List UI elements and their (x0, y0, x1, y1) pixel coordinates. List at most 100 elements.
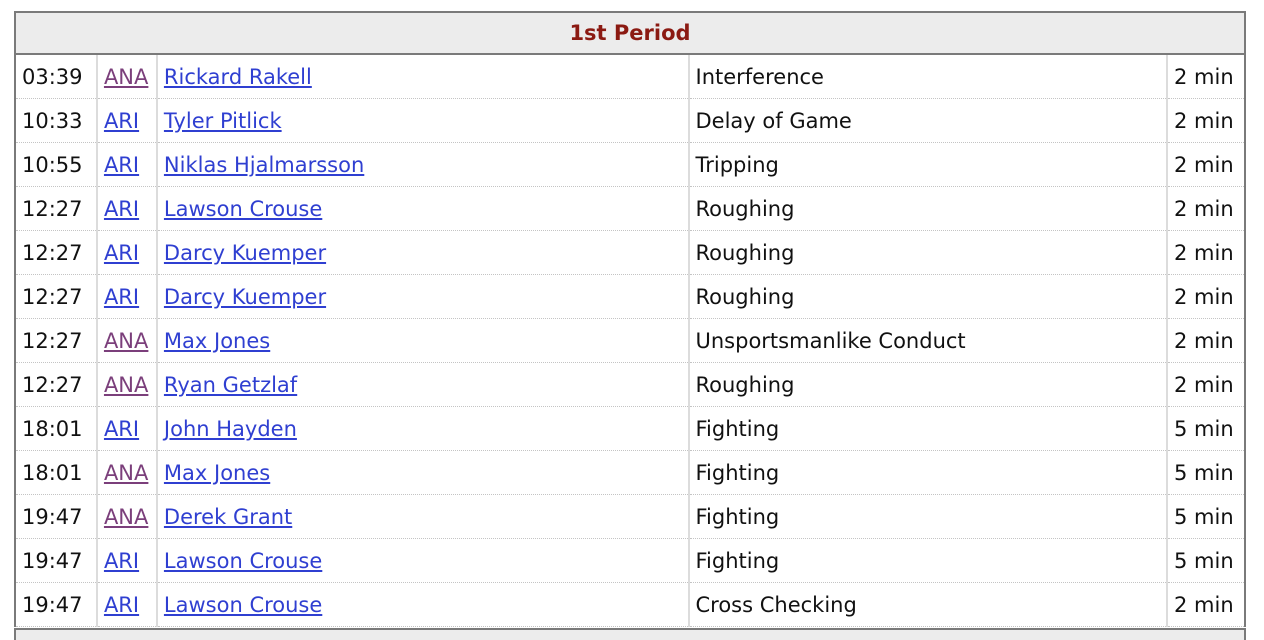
team-cell: ARI (96, 98, 158, 143)
penalty-duration: 2 min (1167, 186, 1245, 231)
penalty-type: Cross Checking (688, 582, 1169, 627)
penalty-duration: 5 min (1167, 406, 1245, 451)
penalty-row: 03:39 ANA Rickard Rakell Interference 2 … (15, 54, 1245, 99)
team-link-ari[interactable]: ARI (104, 197, 139, 221)
penalty-time: 12:27 (15, 362, 98, 407)
team-cell: ARI (96, 186, 158, 231)
penalty-duration: 5 min (1167, 538, 1245, 583)
player-link[interactable]: Tyler Pitlick (164, 109, 282, 133)
team-link-ari[interactable]: ARI (104, 285, 139, 309)
penalty-row: 12:27 ANA Max Jones Unsportsmanlike Cond… (15, 318, 1245, 363)
penalty-type: Delay of Game (688, 98, 1169, 143)
player-link[interactable]: Niklas Hjalmarsson (164, 153, 364, 177)
player-link[interactable]: Darcy Kuemper (164, 285, 326, 309)
team-link-ana[interactable]: ANA (104, 505, 148, 529)
team-cell: ANA (96, 494, 158, 539)
penalty-duration: 2 min (1167, 98, 1245, 143)
team-link-ana[interactable]: ANA (104, 461, 148, 485)
penalty-table: 1st Period 03:39 ANA Rickard Rakell Inte… (14, 11, 1246, 627)
penalty-time: 19:47 (15, 582, 98, 627)
player-link[interactable]: Lawson Crouse (164, 593, 322, 617)
penalty-duration: 2 min (1167, 318, 1245, 363)
player-cell: Max Jones (156, 450, 690, 495)
team-cell: ARI (96, 230, 158, 275)
penalty-type: Interference (688, 54, 1169, 99)
penalty-time: 12:27 (15, 186, 98, 231)
penalty-duration: 5 min (1167, 494, 1245, 539)
team-cell: ANA (96, 450, 158, 495)
team-link-ari[interactable]: ARI (104, 241, 139, 265)
penalty-time: 10:33 (15, 98, 98, 143)
period-header-row: 1st Period (15, 12, 1245, 55)
penalty-type: Roughing (688, 362, 1169, 407)
team-cell: ARI (96, 274, 158, 319)
penalty-row: 10:33 ARI Tyler Pitlick Delay of Game 2 … (15, 98, 1245, 143)
penalty-time: 12:27 (15, 230, 98, 275)
player-cell: Tyler Pitlick (156, 98, 690, 143)
penalty-time: 18:01 (15, 406, 98, 451)
penalty-duration: 2 min (1167, 142, 1245, 187)
player-cell: Ryan Getzlaf (156, 362, 690, 407)
penalty-duration: 2 min (1167, 274, 1245, 319)
player-link[interactable]: Lawson Crouse (164, 197, 322, 221)
player-cell: Max Jones (156, 318, 690, 363)
player-link[interactable]: Rickard Rakell (164, 65, 312, 89)
player-cell: Darcy Kuemper (156, 230, 690, 275)
player-cell: Lawson Crouse (156, 582, 690, 627)
penalty-type: Fighting (688, 494, 1169, 539)
team-link-ari[interactable]: ARI (104, 153, 139, 177)
penalty-duration: 2 min (1167, 54, 1245, 99)
penalty-duration: 5 min (1167, 450, 1245, 495)
penalty-row: 19:47 ANA Derek Grant Fighting 5 min (15, 494, 1245, 539)
team-cell: ARI (96, 582, 158, 627)
player-link[interactable]: Darcy Kuemper (164, 241, 326, 265)
team-link-ari[interactable]: ARI (104, 417, 139, 441)
penalty-time: 12:27 (15, 318, 98, 363)
penalty-type: Fighting (688, 450, 1169, 495)
player-link[interactable]: Derek Grant (164, 505, 292, 529)
penalty-type: Tripping (688, 142, 1169, 187)
player-link[interactable]: John Hayden (164, 417, 297, 441)
player-cell: Niklas Hjalmarsson (156, 142, 690, 187)
penalty-row: 19:47 ARI Lawson Crouse Fighting 5 min (15, 538, 1245, 583)
penalty-time: 10:55 (15, 142, 98, 187)
team-link-ari[interactable]: ARI (104, 549, 139, 573)
team-link-ana[interactable]: ANA (104, 373, 148, 397)
team-link-ana[interactable]: ANA (104, 329, 148, 353)
penalty-duration: 2 min (1167, 582, 1245, 627)
penalty-duration: 2 min (1167, 362, 1245, 407)
team-link-ari[interactable]: ARI (104, 593, 139, 617)
penalty-time: 12:27 (15, 274, 98, 319)
penalty-time: 19:47 (15, 494, 98, 539)
player-cell: Lawson Crouse (156, 538, 690, 583)
penalty-row: 18:01 ARI John Hayden Fighting 5 min (15, 406, 1245, 451)
penalty-type: Fighting (688, 538, 1169, 583)
penalty-row: 12:27 ARI Darcy Kuemper Roughing 2 min (15, 230, 1245, 275)
next-period-header (14, 628, 1246, 640)
penalty-row: 12:27 ANA Ryan Getzlaf Roughing 2 min (15, 362, 1245, 407)
penalty-time: 18:01 (15, 450, 98, 495)
penalty-row: 12:27 ARI Darcy Kuemper Roughing 2 min (15, 274, 1245, 319)
player-link[interactable]: Max Jones (164, 461, 270, 485)
team-cell: ARI (96, 142, 158, 187)
penalty-time: 19:47 (15, 538, 98, 583)
player-link[interactable]: Max Jones (164, 329, 270, 353)
player-link[interactable]: Ryan Getzlaf (164, 373, 297, 397)
player-cell: Derek Grant (156, 494, 690, 539)
player-cell: John Hayden (156, 406, 690, 451)
team-cell: ANA (96, 54, 158, 99)
team-link-ana[interactable]: ANA (104, 65, 148, 89)
penalty-row: 10:55 ARI Niklas Hjalmarsson Tripping 2 … (15, 142, 1245, 187)
team-cell: ANA (96, 318, 158, 363)
team-cell: ANA (96, 362, 158, 407)
penalty-summary: 1st Period 03:39 ANA Rickard Rakell Inte… (14, 11, 1246, 627)
team-cell: ARI (96, 406, 158, 451)
penalty-type: Unsportsmanlike Conduct (688, 318, 1169, 363)
player-cell: Rickard Rakell (156, 54, 690, 99)
team-link-ari[interactable]: ARI (104, 109, 139, 133)
penalty-row: 18:01 ANA Max Jones Fighting 5 min (15, 450, 1245, 495)
penalty-row: 19:47 ARI Lawson Crouse Cross Checking 2… (15, 582, 1245, 627)
player-link[interactable]: Lawson Crouse (164, 549, 322, 573)
penalty-duration: 2 min (1167, 230, 1245, 275)
team-cell: ARI (96, 538, 158, 583)
